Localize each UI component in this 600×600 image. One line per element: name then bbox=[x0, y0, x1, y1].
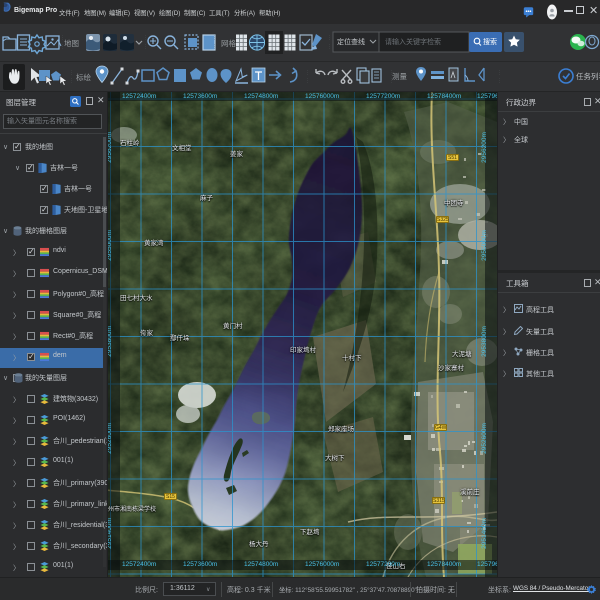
svg-text:⋮: ⋮ bbox=[389, 78, 394, 84]
svg-text:网格: 网格 bbox=[221, 38, 236, 48]
svg-text:⋮: ⋮ bbox=[212, 35, 217, 41]
svg-text:⋮: ⋮ bbox=[327, 35, 332, 41]
svg-text:标绘: 标绘 bbox=[76, 72, 91, 82]
svg-text:⋮: ⋮ bbox=[305, 78, 310, 84]
svg-text:搜索: 搜索 bbox=[483, 37, 497, 46]
svg-text:⋮: ⋮ bbox=[212, 44, 217, 50]
svg-text:测量: 测量 bbox=[392, 72, 407, 81]
svg-text:⋮: ⋮ bbox=[327, 44, 332, 50]
svg-text:⋮: ⋮ bbox=[60, 44, 65, 50]
svg-text:⋮: ⋮ bbox=[305, 70, 310, 76]
svg-text:任务列表: 任务列表 bbox=[576, 71, 600, 81]
svg-text:⋮: ⋮ bbox=[389, 70, 394, 76]
svg-text:定位查线: 定位查线 bbox=[337, 37, 365, 46]
svg-text:⋮: ⋮ bbox=[69, 70, 74, 76]
svg-text:⋮: ⋮ bbox=[143, 44, 148, 50]
svg-text:⋮: ⋮ bbox=[497, 78, 502, 84]
svg-text:⋮: ⋮ bbox=[69, 78, 74, 84]
svg-text:请输入关键字检索: 请输入关键字检索 bbox=[385, 37, 441, 46]
svg-text:地图: 地图 bbox=[64, 38, 79, 48]
svg-text:⋮: ⋮ bbox=[60, 35, 65, 41]
svg-text:⋮: ⋮ bbox=[497, 70, 502, 76]
svg-text:⋮: ⋮ bbox=[143, 35, 148, 41]
